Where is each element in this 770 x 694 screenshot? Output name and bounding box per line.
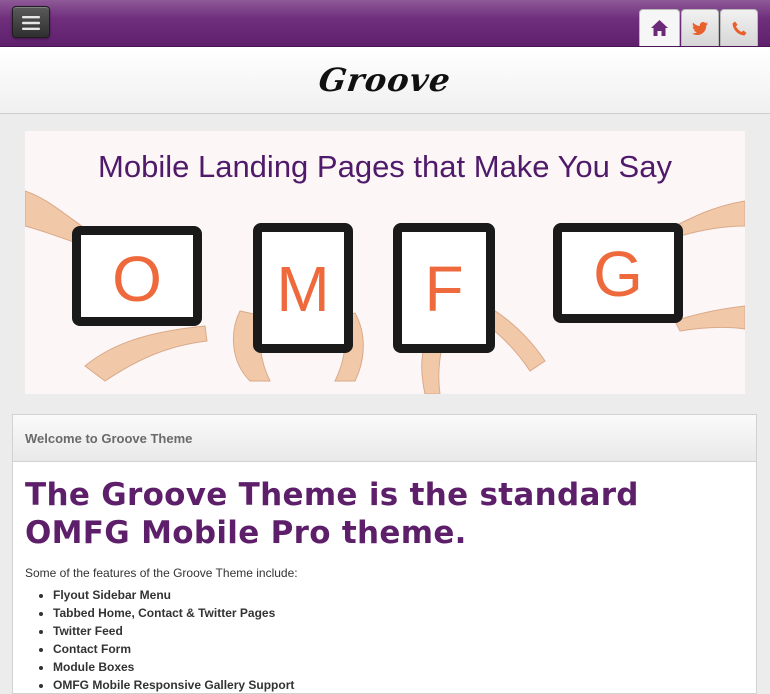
module-title: Welcome to Groove Theme [13, 415, 756, 462]
tab-home[interactable] [639, 9, 680, 46]
twitter-bird-icon [692, 21, 708, 35]
top-bar [0, 0, 770, 47]
letter-o: O [112, 243, 162, 315]
intro-text: Some of the features of the Groove Theme… [25, 566, 298, 580]
tab-twitter[interactable] [681, 9, 719, 46]
module-body: The Groove Theme is the standard OMFG Mo… [13, 462, 756, 694]
tab-contact[interactable] [720, 9, 758, 46]
letter-g: G [593, 238, 643, 310]
list-item: Module Boxes [53, 658, 744, 676]
welcome-module: Welcome to Groove Theme The Groove Theme… [12, 414, 757, 694]
list-item: Contact Form [53, 640, 744, 658]
list-item: Twitter Feed [53, 622, 744, 640]
list-item: Flyout Sidebar Menu [53, 586, 744, 604]
home-icon [651, 20, 668, 36]
list-item: OMFG Mobile Responsive Gallery Support [53, 676, 744, 694]
list-item: Tabbed Home, Contact & Twitter Pages [53, 604, 744, 622]
page-tabs [638, 9, 758, 46]
menu-button[interactable] [12, 6, 50, 38]
site-header: Groove [0, 47, 770, 114]
phone-icon [732, 21, 746, 35]
site-logo[interactable]: Groove [316, 61, 453, 99]
hero-banner: O M F G Mobile Landing Pages that Make Y… [25, 131, 745, 394]
letter-f: F [424, 253, 463, 325]
hamburger-icon [22, 16, 40, 30]
letter-m: M [276, 253, 329, 325]
banner-title: Mobile Landing Pages that Make You Say [98, 149, 672, 184]
page-headline: The Groove Theme is the standard OMFG Mo… [25, 477, 639, 551]
